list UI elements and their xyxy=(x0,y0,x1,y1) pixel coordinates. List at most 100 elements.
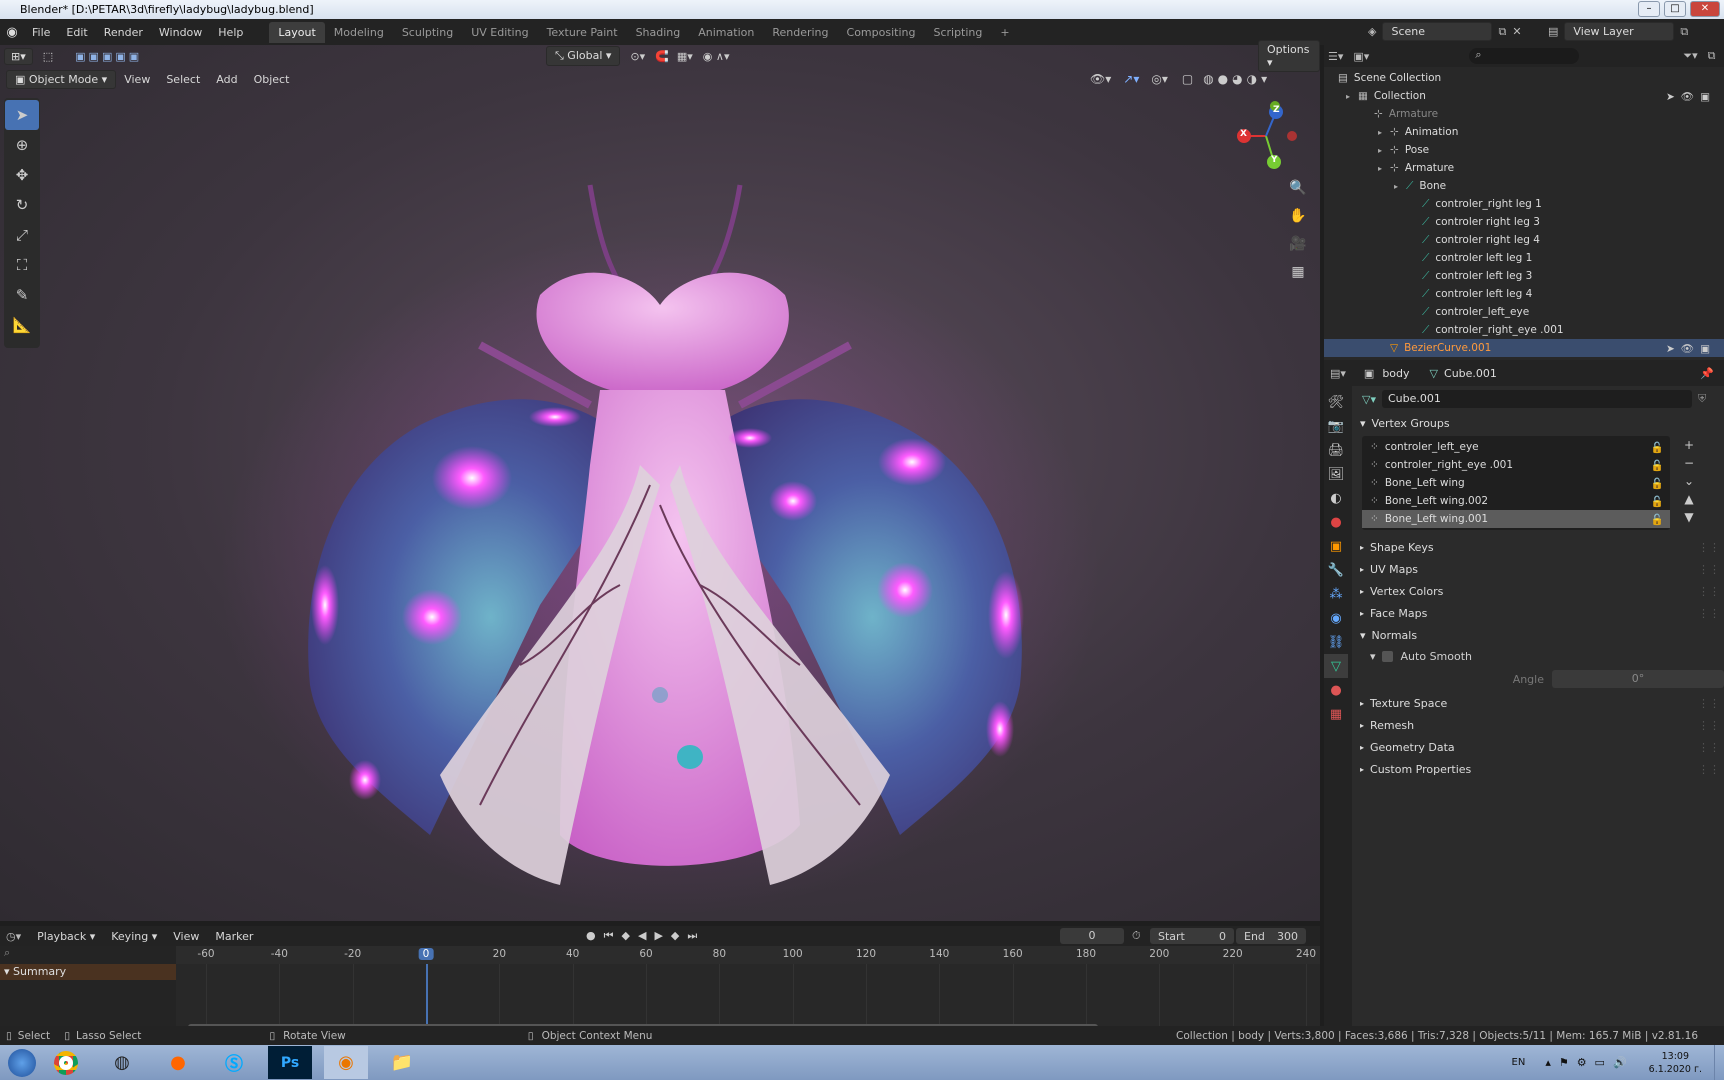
zoom-icon[interactable]: 🔍 xyxy=(1286,174,1310,202)
viewport-menu-view[interactable]: View xyxy=(116,73,158,86)
specials-menu-icon[interactable]: ⌄ xyxy=(1680,472,1698,490)
start-frame-field[interactable]: Start 0 xyxy=(1150,928,1234,944)
add-group-icon[interactable]: + xyxy=(1680,436,1698,454)
tab-layout[interactable]: Layout xyxy=(269,21,325,43)
record-icon[interactable]: ● xyxy=(586,929,604,942)
select-box-icon[interactable]: ⬚ xyxy=(43,50,53,63)
outliner-item[interactable]: ⊹ Armature xyxy=(1324,105,1724,123)
particles-tab-icon[interactable]: ⁂ xyxy=(1324,582,1348,606)
texture-tab-icon[interactable]: ▦ xyxy=(1324,702,1348,726)
menu-help[interactable]: Help xyxy=(210,26,251,39)
scene-selector[interactable]: Scene xyxy=(1382,22,1493,41)
drag-handle-icon[interactable]: ⋮⋮ xyxy=(1698,585,1720,598)
panel-custom-properties[interactable]: ▸ Custom Properties ⋮⋮ xyxy=(1354,758,1724,780)
select-tool-icon[interactable]: ➤ xyxy=(5,100,39,130)
lock-icon[interactable]: 🔓 xyxy=(1651,459,1664,472)
drag-handle-icon[interactable]: ⋮⋮ xyxy=(1698,697,1720,710)
outliner-item[interactable]: ⟋ controler_right leg 1 xyxy=(1324,195,1724,213)
filter-icon[interactable]: ⏷▾ xyxy=(1683,49,1697,63)
fake-user-icon[interactable]: ⛨ xyxy=(1698,392,1706,406)
editor-type-icon[interactable]: ⊞▾ xyxy=(4,47,33,65)
timeline-menu-view[interactable]: View xyxy=(165,930,207,943)
current-frame-field[interactable]: 0 xyxy=(1060,928,1124,944)
language-indicator[interactable]: EN xyxy=(1512,1057,1526,1068)
overlay-icon[interactable]: ◎▾ xyxy=(1151,72,1168,86)
menu-window[interactable]: Window xyxy=(151,26,210,39)
drag-handle-icon[interactable]: ⋮⋮ xyxy=(1698,607,1720,620)
snap-icon[interactable]: 🧲 xyxy=(655,50,669,63)
menu-file[interactable]: File xyxy=(24,26,58,39)
navigation-gizmo[interactable]: X Y Z xyxy=(1226,96,1306,176)
material-tab-icon[interactable]: ● xyxy=(1324,678,1348,702)
outliner-search-input[interactable]: ⌕ xyxy=(1469,48,1580,64)
summary-channel[interactable]: ▾ Summary xyxy=(0,964,176,980)
xray-icon[interactable]: ▢ xyxy=(1182,72,1193,86)
object-tab-icon[interactable]: ▣ xyxy=(1324,534,1348,558)
move-tool-icon[interactable]: ✥ xyxy=(5,160,39,190)
tab-sculpting[interactable]: Sculpting xyxy=(393,22,462,43)
minimize-button[interactable]: – xyxy=(1638,1,1660,17)
add-workspace-icon[interactable]: + xyxy=(991,22,1018,43)
scene-tab-icon[interactable]: ◐ xyxy=(1324,486,1348,510)
explorer-icon[interactable]: 📁 xyxy=(380,1046,424,1079)
drag-handle-icon[interactable]: ⋮⋮ xyxy=(1698,541,1720,554)
tab-shading[interactable]: Shading xyxy=(627,22,690,43)
vertex-group-item[interactable]: ⁘ Bone_Left wing.001 🔓 xyxy=(1362,510,1670,528)
app-icon[interactable]: ◍ xyxy=(100,1046,144,1079)
gizmo-icon[interactable]: ↗▾ xyxy=(1123,72,1139,86)
play-reverse-icon[interactable]: ◀ xyxy=(638,929,654,942)
output-tab-icon[interactable]: 🖨 xyxy=(1324,438,1348,462)
dopesheet-area[interactable] xyxy=(176,964,1320,1026)
drag-handle-icon[interactable]: ⋮⋮ xyxy=(1698,763,1720,776)
play-icon[interactable]: ▶ xyxy=(654,929,670,942)
viewport-menu-add[interactable]: Add xyxy=(208,73,245,86)
mesh-name-field[interactable]: Cube.001 xyxy=(1381,390,1692,408)
firefox-icon[interactable]: ● xyxy=(156,1046,200,1079)
use-preview-range-icon[interactable]: ⏱ xyxy=(1132,929,1141,943)
frame-ruler[interactable]: -60 -40 -20 0 20 40 60 80 100 120 140 160 180 200 220 2… xyxy=(176,946,1320,964)
disclosure-icon[interactable]: ▸ xyxy=(1378,164,1390,173)
transform-orientation-dropdown[interactable]: ⤡ Global ▾ xyxy=(546,46,621,66)
outliner-item[interactable]: ▸ ⟋ Bone xyxy=(1324,177,1724,195)
drag-handle-icon[interactable]: ⋮⋮ xyxy=(1698,719,1720,732)
transform-tool-icon[interactable]: ⛶ xyxy=(5,250,39,280)
viewport-menu-select[interactable]: Select xyxy=(158,73,208,86)
panel-shape-keys[interactable]: ▸ Shape Keys ⋮⋮ xyxy=(1354,536,1724,558)
viewport-menu-object[interactable]: Object xyxy=(246,73,298,86)
tab-rendering[interactable]: Rendering xyxy=(763,22,837,43)
panel-texture-space[interactable]: ▸ Texture Space ⋮⋮ xyxy=(1354,692,1724,714)
timeline-editor-icon[interactable]: ◷▾ xyxy=(6,930,21,943)
next-keyframe-icon[interactable]: ◆ xyxy=(671,929,687,942)
outliner-item[interactable]: ▸ ⊹ Pose xyxy=(1324,141,1724,159)
angle-field[interactable]: 0° xyxy=(1552,670,1724,688)
tray-icons[interactable]: ▴⚑⚙▭🔊 xyxy=(1545,1056,1634,1069)
view-layer-tab-icon[interactable]: 🖼 xyxy=(1324,462,1348,486)
camera-view-icon[interactable]: 🎥 xyxy=(1286,230,1310,258)
measure-tool-icon[interactable]: 📐 xyxy=(5,310,39,340)
shading-mode-icons[interactable]: ◍●◕◑▾ xyxy=(1203,72,1271,86)
display-mode-icon[interactable]: ▣▾ xyxy=(1353,50,1369,63)
chrome-icon[interactable] xyxy=(44,1046,88,1079)
disclosure-icon[interactable]: ▸ xyxy=(1378,128,1390,137)
outliner-item[interactable]: ⟋ controler_right_eye .001 xyxy=(1324,321,1724,339)
outliner-item[interactable]: ▸ ⊹ Animation xyxy=(1324,123,1724,141)
vertex-group-item[interactable]: ⁘ Bone_Left wing.002 🔓 xyxy=(1362,492,1670,510)
vertex-group-item[interactable]: ⁘ controler_right_eye .001 🔓 xyxy=(1362,456,1670,474)
panel-normals[interactable]: ▾ Normals xyxy=(1354,624,1724,646)
outliner-item[interactable]: ▸ ⊹ Armature xyxy=(1324,159,1724,177)
outliner-item[interactable]: ⟋ controler left leg 3 xyxy=(1324,267,1724,285)
disclosure-icon[interactable]: ▸ xyxy=(1346,92,1358,101)
visibility-toggle-icons[interactable]: ➤👁▣ xyxy=(1666,90,1716,103)
pin-icon[interactable]: 📌 xyxy=(1700,367,1714,380)
lock-icon[interactable]: 🔓 xyxy=(1651,441,1664,454)
outliner-item[interactable]: ▸ ▦ Collection ➤👁▣ xyxy=(1324,87,1724,105)
constraints-tab-icon[interactable]: ⛓ xyxy=(1324,630,1348,654)
timeline-menu-playback[interactable]: Playback ▾ xyxy=(29,930,103,943)
proportional-edit-icon[interactable]: ◉ ∧▾ xyxy=(703,50,730,63)
jump-start-icon[interactable]: ⏮ xyxy=(604,929,622,942)
maximize-button[interactable]: □ xyxy=(1664,1,1686,17)
outliner-item[interactable]: ▽ BezierCurve.001 ➤👁▣ xyxy=(1324,339,1724,357)
mesh-browse-icon[interactable]: ▽▾ xyxy=(1362,393,1376,406)
skype-icon[interactable]: Ⓢ xyxy=(212,1046,256,1079)
panel-vertex-groups[interactable]: ▾ Vertex Groups xyxy=(1354,412,1724,434)
